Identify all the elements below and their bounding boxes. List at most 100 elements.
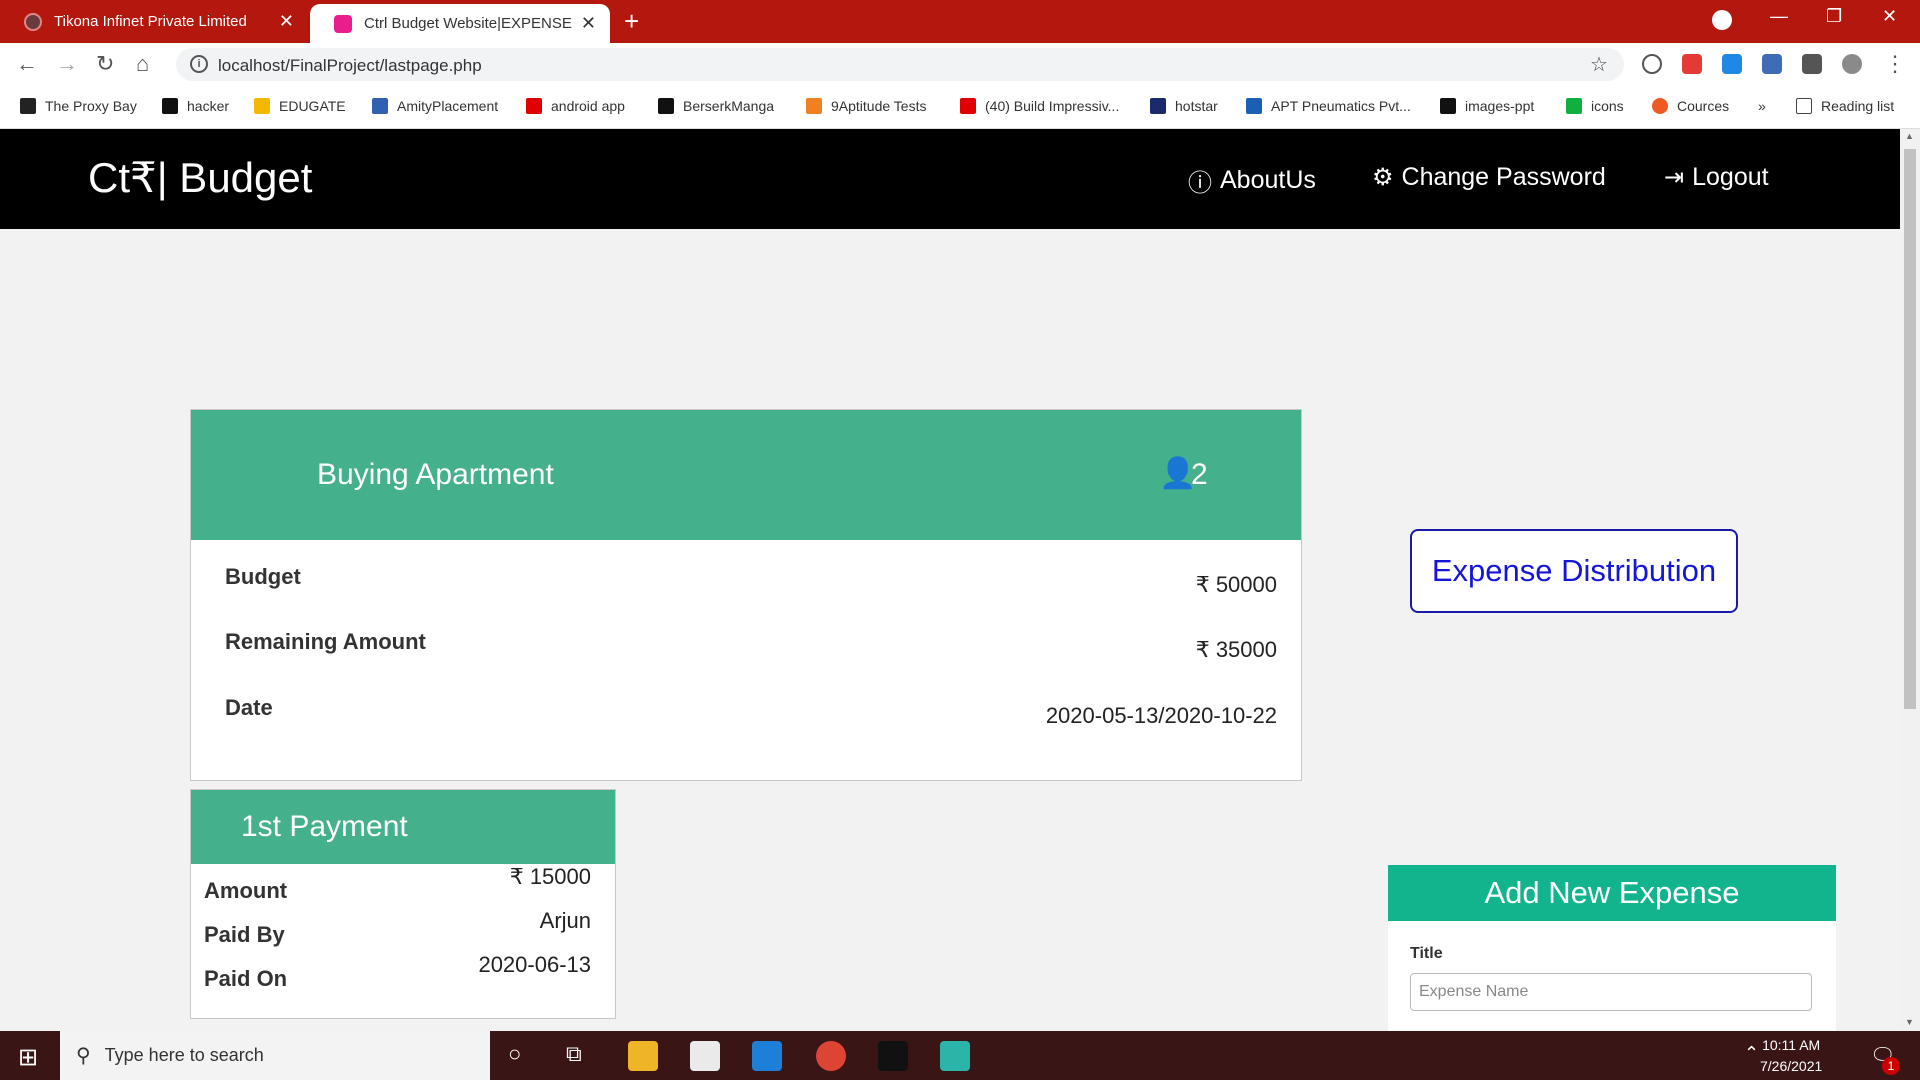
store-icon[interactable] bbox=[690, 1041, 720, 1071]
bookmark-icon bbox=[806, 98, 822, 114]
chrome-icon[interactable] bbox=[816, 1041, 846, 1071]
reading-list-button[interactable]: Reading list bbox=[1796, 98, 1894, 114]
clock-date: 7/26/2021 bbox=[1760, 1058, 1823, 1074]
bookmark-label: Cources bbox=[1677, 98, 1730, 114]
bookmark-icons[interactable]: icons bbox=[1566, 98, 1624, 114]
bookmark-label: images-ppt bbox=[1465, 98, 1535, 114]
profile-menu-icon[interactable] bbox=[1712, 10, 1732, 30]
bookmark-label: BerserkManga bbox=[683, 98, 775, 114]
bookmark-label: android app bbox=[551, 98, 625, 114]
logout-icon: ⇥ bbox=[1664, 164, 1685, 191]
close-tab-icon[interactable]: ✕ bbox=[581, 13, 596, 34]
reload-icon[interactable]: ↻ bbox=[96, 51, 114, 77]
bookmark-android-app[interactable]: android app bbox=[526, 98, 625, 114]
bookmark-icon bbox=[162, 98, 178, 114]
plan-title: Buying Apartment bbox=[317, 458, 554, 491]
mail-icon[interactable] bbox=[752, 1041, 782, 1071]
bookmark-youtube-build[interactable]: (40) Build Impressiv... bbox=[960, 98, 1119, 114]
address-bar[interactable]: i localhost/FinalProject/lastpage.php ☆ bbox=[176, 48, 1624, 81]
tab-title: Tikona Infinet Private Limited bbox=[54, 13, 247, 30]
close-tab-icon[interactable]: ✕ bbox=[279, 11, 294, 32]
avatar[interactable] bbox=[1842, 54, 1862, 74]
nav-label: AboutUs bbox=[1220, 166, 1316, 194]
bookmark-icon bbox=[960, 98, 976, 114]
reading-list-label: Reading list bbox=[1821, 98, 1895, 114]
block-extension-icon[interactable] bbox=[1642, 54, 1662, 74]
shield-extension-icon[interactable] bbox=[1682, 54, 1702, 74]
tab-title: Ctrl Budget Website|EXPENSE bbox=[364, 15, 572, 32]
member-count: 2 bbox=[1191, 458, 1208, 491]
paid-by-label: Paid By bbox=[204, 922, 285, 947]
bookmark-hacker[interactable]: hacker bbox=[162, 98, 229, 114]
add-expense-form: Add New Expense Title bbox=[1388, 865, 1836, 1031]
bookmark-icon bbox=[1246, 98, 1262, 114]
budget-value: ₹ 50000 bbox=[1195, 572, 1277, 597]
ctrl-budget-favicon-icon bbox=[334, 14, 352, 33]
gear-icon: ⚙ bbox=[1372, 164, 1394, 191]
extensions-puzzle-icon[interactable] bbox=[1802, 54, 1822, 74]
bookmark-9aptitude[interactable]: 9Aptitude Tests bbox=[806, 98, 926, 114]
new-tab-icon[interactable]: + bbox=[624, 6, 639, 37]
page-content: Ct₹| Budget ⓘ AboutUs ⚙ Change Password … bbox=[0, 129, 1900, 1031]
bookmark-star-icon[interactable]: ☆ bbox=[1590, 52, 1608, 77]
minimize-icon[interactable]: — bbox=[1770, 6, 1788, 27]
expense-name-input[interactable] bbox=[1410, 973, 1812, 1011]
file-explorer-icon[interactable] bbox=[628, 1041, 658, 1071]
menu-dots-icon[interactable]: ⋮ bbox=[1884, 51, 1906, 77]
site-navbar: Ct₹| Budget ⓘ AboutUs ⚙ Change Password … bbox=[0, 129, 1900, 229]
bookmarks-bar: The Proxy Bay hacker EDUGATE AmityPlacem… bbox=[0, 86, 1920, 129]
add-expense-header: Add New Expense bbox=[1388, 865, 1836, 921]
back-icon[interactable]: ← bbox=[16, 51, 38, 77]
nav-about-us[interactable]: ⓘ AboutUs bbox=[1188, 163, 1316, 198]
nav-change-password[interactable]: ⚙ Change Password bbox=[1372, 163, 1606, 192]
bookmark-amity-placement[interactable]: AmityPlacement bbox=[372, 98, 498, 114]
bookmark-apt-pneumatics[interactable]: APT Pneumatics Pvt... bbox=[1246, 98, 1411, 114]
bookmark-label: APT Pneumatics Pvt... bbox=[1271, 98, 1411, 114]
page-scrollbar[interactable]: ▲ ▼ bbox=[1900, 129, 1920, 1031]
windows-extension-icon[interactable] bbox=[1722, 54, 1742, 74]
scrollbar-thumb[interactable] bbox=[1904, 149, 1916, 709]
bookmark-label: (40) Build Impressiv... bbox=[985, 98, 1120, 114]
browser-tab-ctrl-budget[interactable]: Ctrl Budget Website|EXPENSE ✕ bbox=[310, 4, 610, 43]
bookmark-images-ppt[interactable]: images-ppt bbox=[1440, 98, 1534, 114]
cube-extension-icon[interactable] bbox=[1762, 54, 1782, 74]
bookmark-label: 9Aptitude Tests bbox=[831, 98, 927, 114]
expense-distribution-button[interactable]: Expense Distribution bbox=[1410, 529, 1738, 613]
system-tray-chevron-icon[interactable]: ⌃ bbox=[1744, 1043, 1759, 1064]
taskbar-search-box[interactable]: ⚲ Type here to search bbox=[60, 1031, 490, 1080]
paid-by-value: Arjun bbox=[539, 908, 591, 933]
brand-logo[interactable]: Ct₹| Budget bbox=[88, 153, 312, 202]
info-icon: ⓘ bbox=[1188, 170, 1212, 197]
windows-start-icon[interactable]: ⊞ bbox=[18, 1043, 38, 1072]
taskbar-clock[interactable]: 10:11 AM 7/26/2021 bbox=[1760, 1035, 1822, 1077]
date-label: Date bbox=[225, 695, 273, 720]
nav-label: Logout bbox=[1692, 163, 1769, 191]
amount-value: ₹ 15000 bbox=[509, 864, 591, 889]
bookmark-edugate[interactable]: EDUGATE bbox=[254, 98, 346, 114]
search-placeholder: Type here to search bbox=[104, 1045, 264, 1065]
forward-icon[interactable]: → bbox=[56, 51, 78, 77]
bookmark-label: hacker bbox=[187, 98, 230, 114]
bookmark-berserk-manga[interactable]: BerserkManga bbox=[658, 98, 774, 114]
bookmark-cources[interactable]: Cources bbox=[1652, 98, 1729, 114]
close-window-icon[interactable]: ✕ bbox=[1882, 6, 1897, 27]
more-bookmarks-button[interactable]: » bbox=[1758, 98, 1766, 114]
date-value: 2020-05-13/2020-10-22 bbox=[1045, 703, 1277, 728]
paid-on-value: 2020-06-13 bbox=[478, 952, 591, 977]
cube-app-icon[interactable] bbox=[940, 1041, 970, 1071]
url-text[interactable]: localhost/FinalProject/lastpage.php bbox=[218, 56, 482, 76]
epic-games-icon[interactable] bbox=[878, 1041, 908, 1071]
bookmark-label: icons bbox=[1591, 98, 1624, 114]
bookmark-proxy-bay[interactable]: The Proxy Bay bbox=[20, 98, 137, 114]
scroll-up-icon[interactable]: ▲ bbox=[1905, 131, 1914, 141]
site-info-icon[interactable]: i bbox=[190, 55, 208, 73]
scroll-down-icon[interactable]: ▼ bbox=[1905, 1017, 1914, 1027]
home-icon[interactable]: ⌂ bbox=[136, 51, 149, 77]
nav-logout[interactable]: ⇥ Logout bbox=[1664, 163, 1769, 192]
bookmark-hotstar[interactable]: hotstar bbox=[1150, 98, 1218, 114]
task-view-icon[interactable]: ⧉ bbox=[566, 1041, 582, 1067]
bookmark-icon bbox=[1652, 98, 1668, 114]
browser-tab-tikona[interactable]: Tikona Infinet Private Limited ✕ bbox=[0, 0, 308, 43]
cortana-icon[interactable]: ○ bbox=[508, 1041, 521, 1067]
restore-icon[interactable]: ❐ bbox=[1826, 6, 1842, 27]
